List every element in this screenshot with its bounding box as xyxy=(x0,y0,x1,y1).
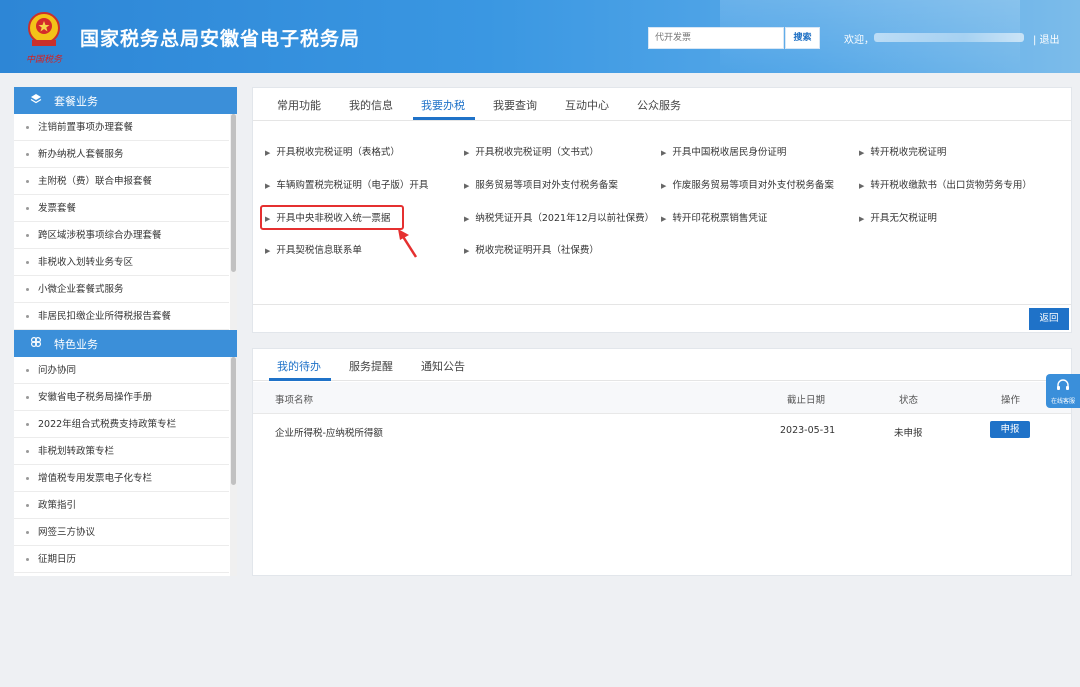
service-link[interactable]: ▶ 开具税收完税证明（表格式） xyxy=(265,144,400,158)
left-sidebar: 套餐业务 注销前置事项办理套餐 新办纳税人套餐服务 主附税（费）联合申报套餐 发… xyxy=(14,87,237,576)
sidebar-item[interactable]: 网签三方协议 xyxy=(14,519,229,546)
package-scroll-thumb[interactable] xyxy=(231,114,236,272)
welcome-text: 欢迎， xyxy=(844,35,874,46)
todo-item-deadline: 2023-05-31 xyxy=(780,425,836,436)
sidebar-item[interactable]: 跨区域涉税事项综合办理套餐 xyxy=(14,222,229,249)
panel-divider xyxy=(253,304,1071,305)
user-name-redacted xyxy=(874,33,1024,42)
tab-common[interactable]: 常用功能 xyxy=(277,97,321,113)
column-header-deadline: 截止日期 xyxy=(787,395,826,406)
tab-query[interactable]: 我要查询 xyxy=(493,97,537,113)
service-tabs: 常用功能 我的信息 我要办税 我要查询 互动中心 公众服务 xyxy=(253,88,1071,121)
package-section-title: 套餐业务 xyxy=(54,94,98,108)
declare-button[interactable]: 申报 xyxy=(990,421,1030,438)
tab-my-todo[interactable]: 我的待办 xyxy=(277,358,321,374)
todo-item-status: 未申报 xyxy=(894,428,923,439)
site-header: 中国税务 国家税务总局安徽省电子税务局 搜索 欢迎， | 退出 xyxy=(0,0,1080,73)
sidebar-item[interactable]: 征期日历 xyxy=(14,546,229,573)
service-link[interactable]: ▶ 车辆购置税完税证明（电子版）开具 xyxy=(265,177,428,191)
sidebar-item[interactable]: 主附税（费）联合申报套餐 xyxy=(14,168,229,195)
search-input[interactable] xyxy=(648,27,784,49)
sidebar-item[interactable]: 非税划转政策专栏 xyxy=(14,438,229,465)
todo-tabs: 我的待办 服务提醒 通知公告 xyxy=(253,349,1071,381)
service-panel: 常用功能 我的信息 我要办税 我要查询 互动中心 公众服务 ▶ 开具税收完税证明（… xyxy=(252,87,1072,333)
online-service-float-button[interactable]: 在线客服 xyxy=(1046,374,1080,408)
service-link[interactable]: ▶ 转开印花税票销售凭证 xyxy=(661,210,767,224)
sidebar-item[interactable]: 发票套餐 xyxy=(14,195,229,222)
column-header-status: 状态 xyxy=(899,395,919,406)
sidebar-item[interactable]: 小微企业套餐式服务 xyxy=(14,276,229,303)
sidebar-item[interactable]: 非居民扣缴企业所得税报告套餐 xyxy=(14,303,229,330)
table-header: 事项名称 截止日期 状态 操作 xyxy=(253,382,1071,414)
tab-tax-handling[interactable]: 我要办税 xyxy=(421,97,465,113)
layers-icon xyxy=(28,93,44,108)
active-tab-underline xyxy=(269,378,331,381)
tab-public-service[interactable]: 公众服务 xyxy=(637,97,681,113)
red-arrow-annotation-icon xyxy=(398,229,418,258)
tab-my-info[interactable]: 我的信息 xyxy=(349,97,393,113)
flower-icon xyxy=(28,336,44,351)
service-link[interactable]: ▶ 开具中国税收居民身份证明 xyxy=(661,144,786,158)
highlight-annotation-box xyxy=(260,205,404,230)
sidebar-item[interactable]: 非税收入划转业务专区 xyxy=(14,249,229,276)
sidebar-item[interactable]: 政策指引 xyxy=(14,492,229,519)
column-header-action: 操作 xyxy=(1001,395,1021,406)
sidebar-item[interactable]: 注销前置事项办理套餐 xyxy=(14,114,229,141)
tax-emblem-icon xyxy=(28,12,60,46)
service-link[interactable]: ▶ 税收完税证明开具（社保费） xyxy=(464,242,599,256)
emblem-signature: 中国税务 xyxy=(26,55,63,65)
logout-link[interactable]: | 退出 xyxy=(1033,31,1060,46)
todo-panel: 我的待办 服务提醒 通知公告 事项名称 截止日期 状态 操作 企业所得税-应纳税… xyxy=(252,348,1072,576)
feature-scroll-thumb[interactable] xyxy=(231,357,236,485)
service-link[interactable]: ▶ 纳税凭证开具（2021年12月以前社保费） xyxy=(464,210,654,224)
tab-interaction[interactable]: 互动中心 xyxy=(565,97,609,113)
feature-section-header[interactable]: 特色业务 xyxy=(14,330,237,357)
feature-section-title: 特色业务 xyxy=(54,337,98,351)
service-link[interactable]: ▶ 开具税收完税证明（文书式） xyxy=(464,144,599,158)
service-link[interactable]: ▶ 服务贸易等项目对外支付税务备案 xyxy=(464,177,618,191)
sidebar-item[interactable]: 问办协同 xyxy=(14,357,229,384)
tab-service-reminder[interactable]: 服务提醒 xyxy=(349,358,393,374)
package-list: 注销前置事项办理套餐 新办纳税人套餐服务 主附税（费）联合申报套餐 发票套餐 跨… xyxy=(14,114,237,330)
column-header-name: 事项名称 xyxy=(275,395,314,406)
sidebar-item[interactable]: 新办纳税人套餐服务 xyxy=(14,141,229,168)
sidebar-item[interactable]: 增值税专用发票电子化专栏 xyxy=(14,465,229,492)
tab-notice[interactable]: 通知公告 xyxy=(421,358,465,374)
back-button[interactable]: 返回 xyxy=(1029,308,1069,330)
sidebar-item[interactable]: 2022年组合式税费支持政策专栏 xyxy=(14,411,229,438)
todo-item-name: 企业所得税-应纳税所得额 xyxy=(275,428,383,439)
headset-icon xyxy=(1057,379,1069,390)
feature-list: 问办协同 安徽省电子税务局操作手册 2022年组合式税费支持政策专栏 非税划转政… xyxy=(14,357,237,576)
service-link[interactable]: ▶ 转开税收完税证明 xyxy=(859,144,946,158)
online-service-label: 在线客服 xyxy=(1050,398,1075,405)
sidebar-item[interactable]: 安徽省电子税务局操作手册 xyxy=(14,384,229,411)
service-link[interactable]: ▶ 作废服务贸易等项目对外支付税务备案 xyxy=(661,177,834,191)
search-button[interactable]: 搜索 xyxy=(785,27,820,49)
package-scrollbar[interactable] xyxy=(230,114,237,330)
service-link[interactable]: ▶ 开具无欠税证明 xyxy=(859,210,937,224)
feature-scrollbar[interactable] xyxy=(230,357,237,576)
service-link[interactable]: ▶ 开具契税信息联系单 xyxy=(265,242,362,256)
service-link[interactable]: ▶ 转开税收缴款书（出口货物劳务专用） xyxy=(859,177,1032,191)
active-tab-underline xyxy=(413,117,475,120)
site-title: 国家税务总局安徽省电子税务局 xyxy=(80,28,361,50)
package-section-header[interactable]: 套餐业务 xyxy=(14,87,237,114)
